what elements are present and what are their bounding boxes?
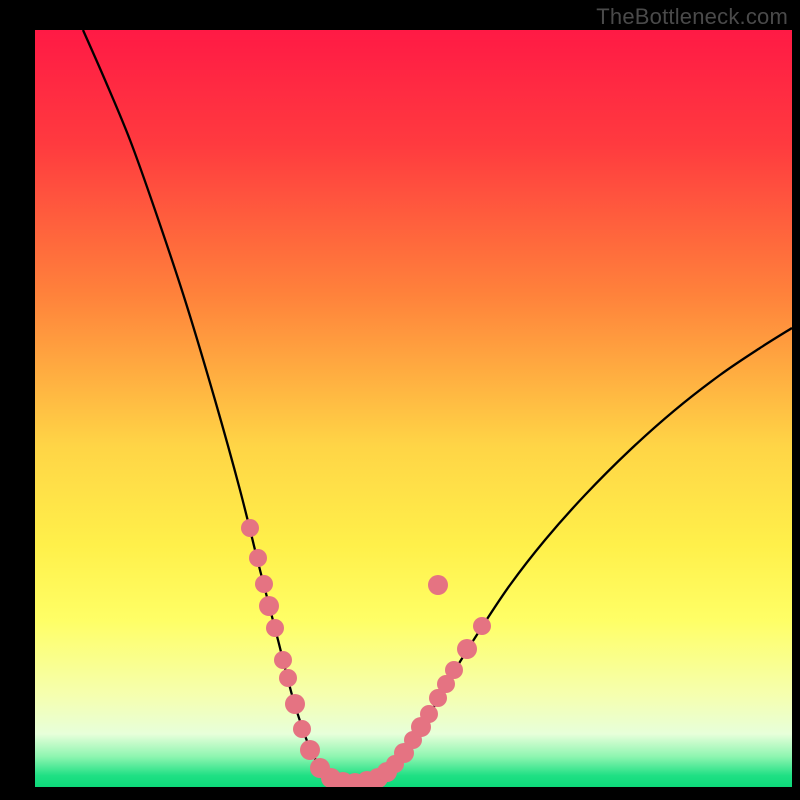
data-marker: [255, 575, 273, 593]
data-marker: [428, 575, 448, 595]
data-marker: [249, 549, 267, 567]
data-marker: [293, 720, 311, 738]
data-marker: [266, 619, 284, 637]
data-marker: [473, 617, 491, 635]
plot-area: [35, 30, 792, 787]
data-marker: [457, 639, 477, 659]
watermark-text: TheBottleneck.com: [596, 4, 788, 30]
data-marker: [420, 705, 438, 723]
data-marker: [259, 596, 279, 616]
data-marker: [279, 669, 297, 687]
data-marker: [274, 651, 292, 669]
data-marker: [300, 740, 320, 760]
data-marker: [445, 661, 463, 679]
data-marker: [285, 694, 305, 714]
chart-frame: TheBottleneck.com: [0, 0, 800, 800]
data-marker: [241, 519, 259, 537]
chart-svg: [35, 30, 792, 787]
